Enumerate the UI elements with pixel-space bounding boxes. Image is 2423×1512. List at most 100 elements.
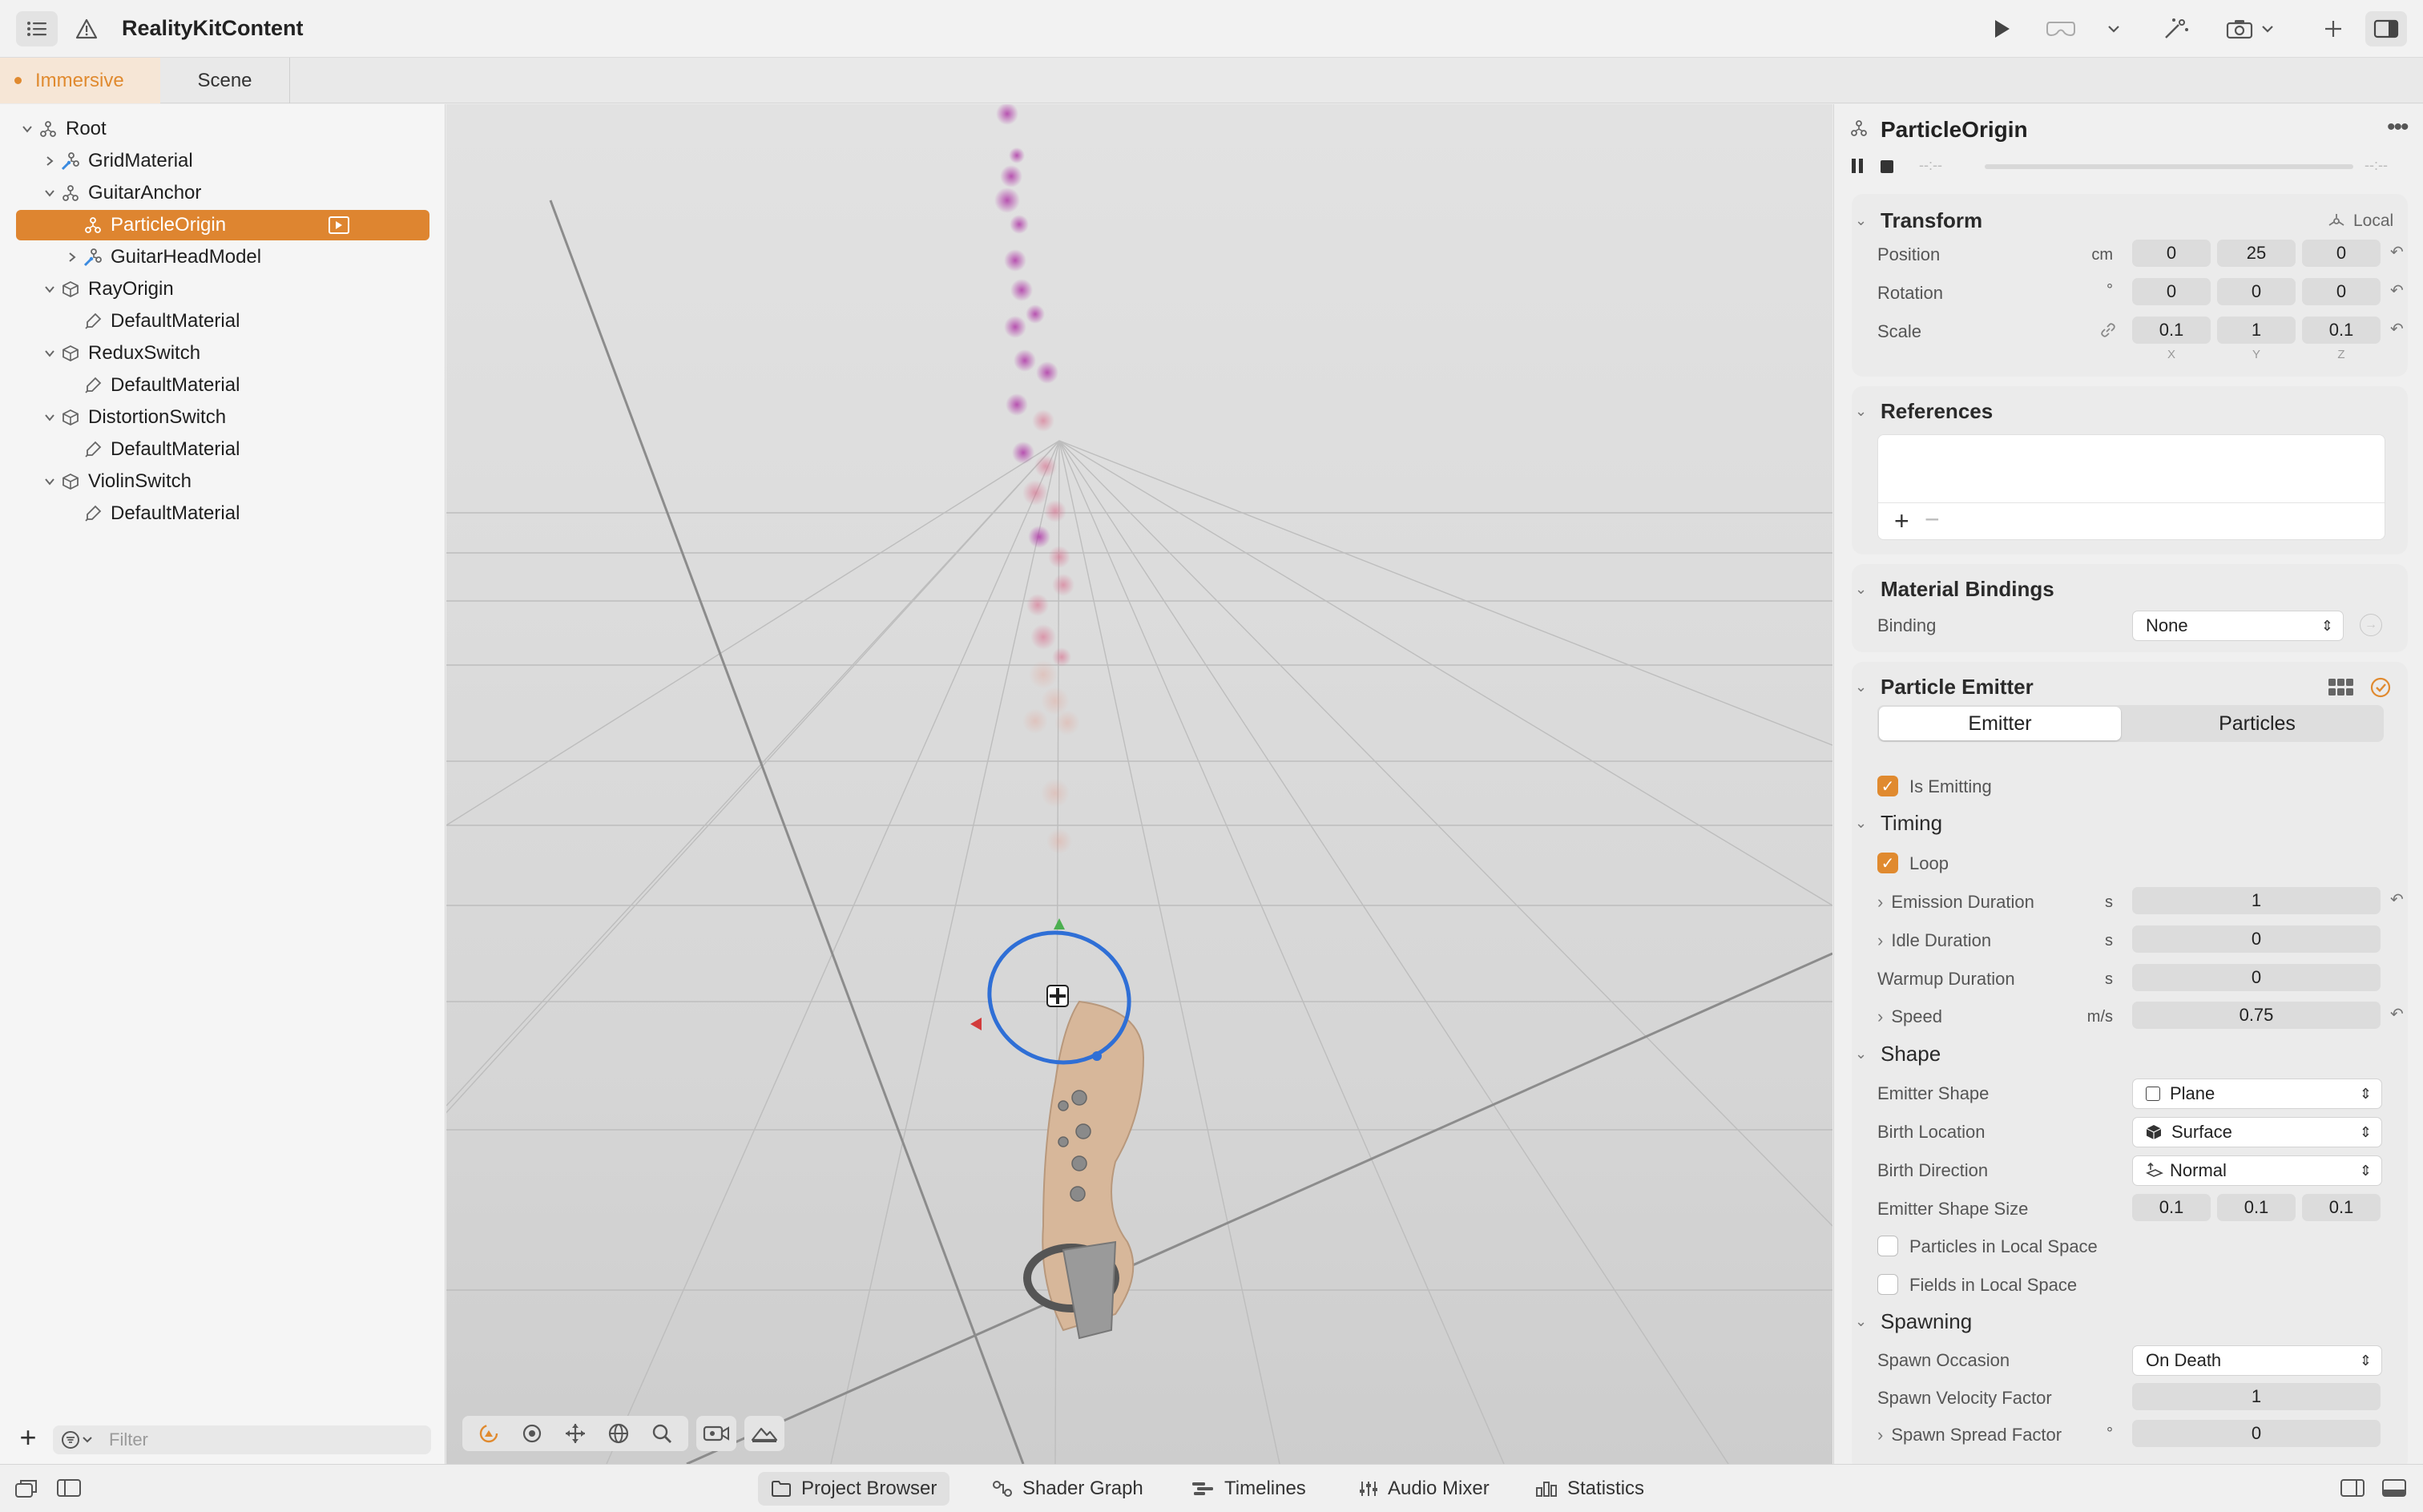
material-bindings-header[interactable]: ⌄ Material Bindings	[1855, 577, 2054, 602]
stop-button[interactable]	[1881, 160, 1893, 173]
snapshot-button[interactable]	[2218, 11, 2282, 46]
emitter-shape-popup[interactable]: Plane ⇕	[2132, 1079, 2382, 1109]
viewport-scene[interactable]	[446, 104, 1832, 1464]
spawn-occasion-popup[interactable]: On Death ⇕	[2132, 1345, 2382, 1376]
is-emitting-checkbox[interactable]: ✓	[1877, 776, 1898, 796]
device-button[interactable]	[2042, 11, 2080, 46]
scene-viewport[interactable]	[446, 104, 1832, 1464]
move-tool-button[interactable]	[554, 1416, 597, 1451]
space-toggle[interactable]: Local	[2328, 212, 2393, 231]
camera-mode-button[interactable]	[696, 1416, 736, 1451]
add-button[interactable]	[2316, 11, 2351, 46]
rotation-z-field[interactable]: 0	[2302, 278, 2381, 305]
reset-speed-icon[interactable]: ↶	[2390, 1004, 2404, 1024]
go-to-binding-button[interactable]: →	[2360, 614, 2382, 636]
preview-play-icon[interactable]	[329, 216, 349, 234]
chevron-down-icon[interactable]	[42, 281, 58, 297]
warnings-button[interactable]	[69, 11, 104, 46]
toggle-navigator-button[interactable]	[14, 1478, 38, 1503]
hierarchy-row[interactable]: DefaultMaterial	[16, 306, 429, 337]
inspector-toggle-button[interactable]	[2365, 11, 2407, 46]
spawn-spread-factor-label[interactable]: › Spawn Spread Factor	[1877, 1425, 2062, 1445]
emitter-shape-size-z-field[interactable]: 0.1	[2302, 1194, 2381, 1221]
idle-duration-field[interactable]: 0	[2132, 925, 2381, 953]
add-reference-button[interactable]: +	[1894, 506, 1909, 536]
tab-audio-mixer[interactable]: Audio Mixer	[1346, 1472, 1502, 1506]
chevron-down-icon[interactable]	[42, 409, 58, 425]
sidebar-toggle-button[interactable]	[16, 11, 58, 46]
emitter-shape-size-y-field[interactable]: 0.1	[2217, 1194, 2296, 1221]
remove-reference-button[interactable]: −	[1925, 505, 1940, 534]
birth-location-popup[interactable]: Surface ⇕	[2132, 1117, 2382, 1147]
chevron-down-icon[interactable]	[42, 474, 58, 490]
chevron-right-icon[interactable]	[64, 249, 80, 265]
filter-options-icon[interactable]	[61, 1430, 96, 1450]
toggle-left-panel-button[interactable]	[56, 1478, 82, 1502]
device-menu-button[interactable]	[2099, 11, 2128, 46]
segment-particles[interactable]: Particles	[2132, 707, 2382, 740]
tab-statistics[interactable]: Statistics	[1522, 1472, 1657, 1506]
references-header[interactable]: ⌄ References	[1855, 399, 1993, 424]
reset-emission-duration-icon[interactable]: ↶	[2390, 889, 2404, 909]
tab-scene[interactable]: Scene	[160, 58, 290, 103]
particle-emitter-header[interactable]: ⌄ Particle Emitter	[1855, 675, 2034, 700]
enabled-check-icon[interactable]	[2369, 676, 2392, 699]
scale-y-field[interactable]: 1	[2217, 317, 2296, 344]
scale-x-field[interactable]: 0.1	[2132, 317, 2211, 344]
rotation-x-field[interactable]: 0	[2132, 278, 2211, 305]
rotate-tool-button[interactable]	[597, 1416, 640, 1451]
hierarchy-row[interactable]: ParticleOrigin	[16, 210, 429, 240]
hierarchy-row[interactable]: DistortionSwitch	[16, 402, 429, 433]
hierarchy-row[interactable]: RayOrigin	[16, 274, 429, 304]
particles-local-space-checkbox[interactable]	[1877, 1236, 1898, 1256]
play-button[interactable]	[1984, 11, 2019, 46]
presets-grid-icon[interactable]	[2328, 678, 2355, 697]
chevron-right-icon[interactable]	[42, 153, 58, 169]
add-entity-button[interactable]: +	[14, 1423, 42, 1453]
speed-label[interactable]: › Speed	[1877, 1006, 1942, 1027]
hierarchy-row[interactable]: Root	[16, 114, 429, 144]
loop-checkbox[interactable]: ✓	[1877, 853, 1898, 873]
toggle-bottom-panel-button[interactable]	[2381, 1478, 2407, 1502]
speed-field[interactable]: 0.75	[2132, 1002, 2381, 1029]
guitar-head-model[interactable]	[1023, 1000, 1145, 1340]
particle-tool-button[interactable]	[2157, 11, 2195, 46]
chevron-down-icon[interactable]	[42, 185, 58, 201]
position-z-field[interactable]: 0	[2302, 240, 2381, 267]
emitter-shape-size-x-field[interactable]: 0.1	[2132, 1194, 2211, 1221]
toggle-inspector-panel-button[interactable]	[2340, 1478, 2365, 1502]
segment-emitter[interactable]: Emitter	[1879, 707, 2121, 740]
hierarchy-row[interactable]: GuitarAnchor	[16, 178, 429, 208]
reset-rotation-icon[interactable]: ↶	[2390, 280, 2404, 300]
binding-popup[interactable]: None ⇕	[2132, 611, 2344, 641]
spawn-spread-factor-field[interactable]: 0	[2132, 1420, 2381, 1447]
fields-local-space-checkbox[interactable]	[1877, 1274, 1898, 1295]
rotation-y-field[interactable]: 0	[2217, 278, 2296, 305]
tab-shader-graph[interactable]: Shader Graph	[979, 1472, 1156, 1506]
hierarchy-row[interactable]: ReduxSwitch	[16, 338, 429, 369]
pause-button[interactable]	[1852, 159, 1863, 173]
tab-project-browser[interactable]: Project Browser	[758, 1472, 950, 1506]
unlink-icon[interactable]	[2100, 322, 2116, 338]
reset-scale-icon[interactable]: ↶	[2390, 319, 2404, 339]
tab-immersive[interactable]: Immersive	[0, 58, 160, 103]
references-list[interactable]: + −	[1877, 434, 2385, 540]
hierarchy-row[interactable]: DefaultMaterial	[16, 370, 429, 401]
reset-position-icon[interactable]: ↶	[2390, 242, 2404, 262]
spawn-velocity-factor-field[interactable]: 1	[2132, 1383, 2381, 1410]
spawning-header[interactable]: ⌄ Spawning	[1855, 1309, 1972, 1334]
zoom-tool-button[interactable]	[640, 1416, 683, 1451]
orbit-tool-button[interactable]	[467, 1416, 510, 1451]
playback-scrubber[interactable]	[1985, 164, 2353, 169]
select-tool-button[interactable]	[510, 1416, 554, 1451]
hierarchy-row[interactable]: GuitarHeadModel	[16, 242, 429, 272]
environment-button[interactable]	[744, 1416, 784, 1451]
emission-duration-field[interactable]: 1	[2132, 887, 2381, 914]
shape-header[interactable]: ⌄ Shape	[1855, 1042, 1941, 1066]
birth-direction-popup[interactable]: Normal ⇕	[2132, 1155, 2382, 1186]
transform-header[interactable]: ⌄ Transform	[1855, 208, 1982, 233]
tab-timelines[interactable]: Timelines	[1178, 1472, 1319, 1506]
hierarchy-row[interactable]: ViolinSwitch	[16, 466, 429, 497]
more-options-button[interactable]: •••	[2387, 114, 2411, 141]
emission-duration-label[interactable]: › Emission Duration	[1877, 892, 2034, 913]
